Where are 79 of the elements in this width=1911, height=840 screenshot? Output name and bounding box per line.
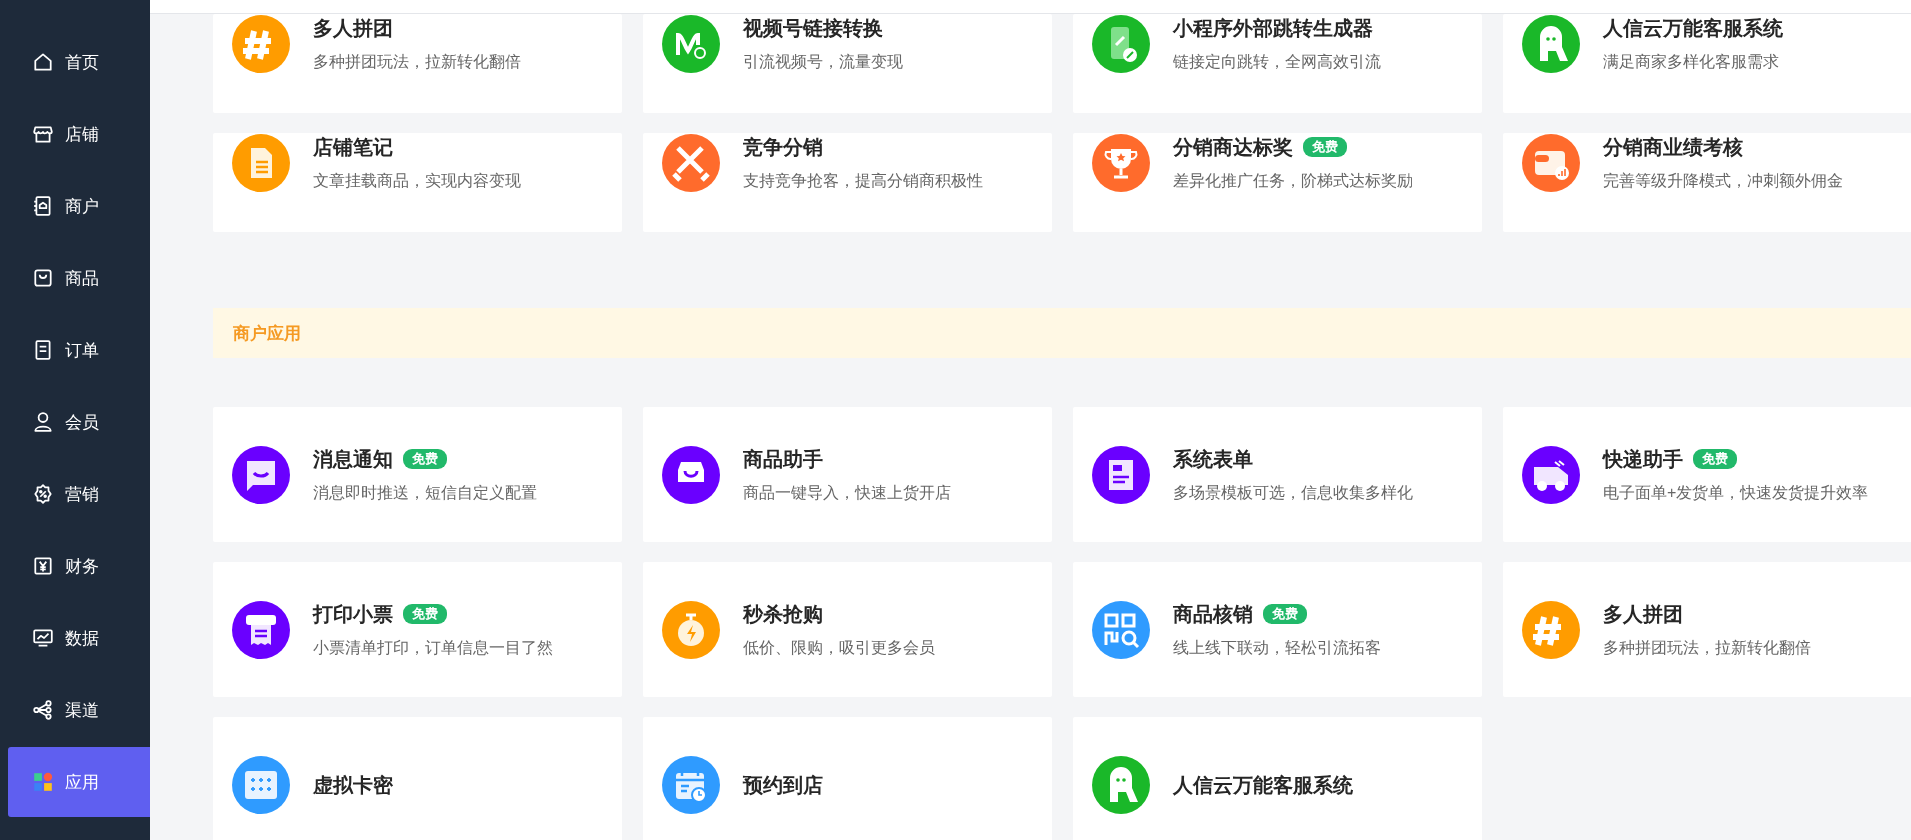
- app-card[interactable]: 小程序外部跳转生成器 链接定向跳转，全网高效引流: [1073, 14, 1482, 113]
- sidebar-item[interactable]: 商品: [8, 243, 150, 313]
- app-title: 快递助手: [1603, 446, 1683, 472]
- app-description: 商品一键导入，快速上货开店: [743, 482, 951, 503]
- app-description: 满足商家多样化客服需求: [1603, 52, 1780, 72]
- app-description: 文章挂载商品，实现内容变现: [313, 171, 521, 191]
- app-title: 秒杀抢购: [743, 601, 823, 627]
- free-badge: 免费: [403, 448, 447, 469]
- app-title: 分销商达标奖: [1173, 135, 1293, 160]
- app-title: 分销商业绩考核: [1603, 135, 1743, 160]
- app-card[interactable]: 秒杀抢购 低价、限购，吸引更多会员: [643, 562, 1052, 697]
- app-card[interactable]: 店铺笔记 文章挂载商品，实现内容变现: [213, 133, 622, 232]
- app-title: 多人拼团: [313, 16, 393, 41]
- app-title: 小程序外部跳转生成器: [1173, 16, 1373, 41]
- monitor-chart-icon: [32, 627, 54, 649]
- home-icon: [32, 51, 54, 73]
- sidebar-item[interactable]: 应用: [8, 747, 150, 817]
- free-badge: 免费: [403, 603, 447, 624]
- app-description: 线上线下联动，轻松引流拓客: [1173, 637, 1381, 658]
- app-description: 消息即时推送，短信自定义配置: [313, 482, 537, 503]
- free-badge: 免费: [1303, 137, 1347, 157]
- app-description: 多种拼团玩法，拉新转化翻倍: [1603, 637, 1811, 658]
- app-description: 引流视频号，流量变现: [743, 52, 903, 72]
- user-icon: [32, 411, 54, 433]
- app-description: 多种拼团玩法，拉新转化翻倍: [313, 52, 521, 72]
- app-title: 打印小票: [313, 601, 393, 627]
- sidebar-item[interactable]: 渠道: [8, 675, 150, 745]
- app-title: 店铺笔记: [313, 135, 393, 160]
- app-card[interactable]: 系统表单 多场景模板可选，信息收集多样化: [1073, 407, 1482, 542]
- app-card[interactable]: 商品助手 商品一键导入，快速上货开店: [643, 407, 1052, 542]
- app-card[interactable]: 消息通知 免费 消息即时推送，短信自定义配置: [213, 407, 622, 542]
- app-card[interactable]: 竞争分销 支持竞争抢客，提高分销商积极性: [643, 133, 1052, 232]
- app-description: 支持竞争抢客，提高分销商积极性: [743, 171, 983, 191]
- app-card[interactable]: 分销商达标奖 免费 差异化推广任务，阶梯式达标奖励: [1073, 133, 1482, 232]
- app-card[interactable]: 人信云万能客服系统 满足商家多样化客服需求: [1503, 14, 1911, 113]
- app-description: 链接定向跳转，全网高效引流: [1173, 52, 1381, 72]
- bag-icon: [32, 267, 54, 289]
- app-card[interactable]: 视频号链接转换 引流视频号，流量变现: [643, 14, 1052, 113]
- free-badge: 免费: [1693, 448, 1737, 469]
- app-card[interactable]: 多人拼团 多种拼团玩法，拉新转化翻倍: [213, 14, 622, 113]
- sidebar-item[interactable]: 店铺: [8, 99, 150, 169]
- app-card[interactable]: 预约到店: [643, 717, 1052, 840]
- app-title: 商品助手: [743, 446, 823, 472]
- sidebar-item[interactable]: 财务: [8, 531, 150, 601]
- app-description: 小票清单打印，订单信息一目了然: [313, 637, 553, 658]
- sidebar-item[interactable]: 营销: [8, 459, 150, 529]
- app-description: 完善等级升降模式，冲刺额外佣金: [1603, 171, 1843, 191]
- app-description: 差异化推广任务，阶梯式达标奖励: [1173, 171, 1413, 191]
- sidebar-item[interactable]: 首页: [8, 27, 150, 97]
- section-title: 商户应用: [233, 322, 301, 345]
- app-title: 商品核销: [1173, 601, 1253, 627]
- app-title: 竞争分销: [743, 135, 823, 160]
- app-card[interactable]: 虚拟卡密: [213, 717, 622, 840]
- app-description: 低价、限购，吸引更多会员: [743, 637, 935, 658]
- app-title: 人信云万能客服系统: [1603, 16, 1783, 41]
- app-card[interactable]: 打印小票 免费 小票清单打印，订单信息一目了然: [213, 562, 622, 697]
- app-card[interactable]: 分销商业绩考核 完善等级升降模式，冲刺额外佣金: [1503, 133, 1911, 232]
- app-description: 多场景模板可选，信息收集多样化: [1173, 482, 1413, 503]
- app-title: 预约到店: [743, 772, 823, 798]
- sidebar-item[interactable]: 订单: [8, 315, 150, 385]
- app-title: 系统表单: [1173, 446, 1253, 472]
- app-title: 人信云万能客服系统: [1173, 772, 1353, 798]
- app-title: 多人拼团: [1603, 601, 1683, 627]
- yuan-icon: [32, 555, 54, 577]
- sidebar-item[interactable]: 数据: [8, 603, 150, 673]
- app-card[interactable]: 人信云万能客服系统: [1073, 717, 1482, 840]
- sidebar-item[interactable]: 商户: [8, 171, 150, 241]
- app-title: 视频号链接转换: [743, 16, 883, 41]
- app-title: 消息通知: [313, 446, 393, 472]
- free-badge: 免费: [1263, 603, 1307, 624]
- app-card[interactable]: 快递助手 免费 电子面单+发货单，快速发货提升效率: [1503, 407, 1911, 542]
- share-icon: [32, 699, 54, 721]
- app-description: 电子面单+发货单，快速发货提升效率: [1603, 482, 1869, 503]
- apps-icon: [32, 771, 54, 793]
- app-card[interactable]: 商品核销 免费 线上线下联动，轻松引流拓客: [1073, 562, 1482, 697]
- app-card[interactable]: 多人拼团 多种拼团玩法，拉新转化翻倍: [1503, 562, 1911, 697]
- app-title: 虚拟卡密: [313, 772, 393, 798]
- discount-icon: [32, 483, 54, 505]
- sidebar-item[interactable]: 会员: [8, 387, 150, 457]
